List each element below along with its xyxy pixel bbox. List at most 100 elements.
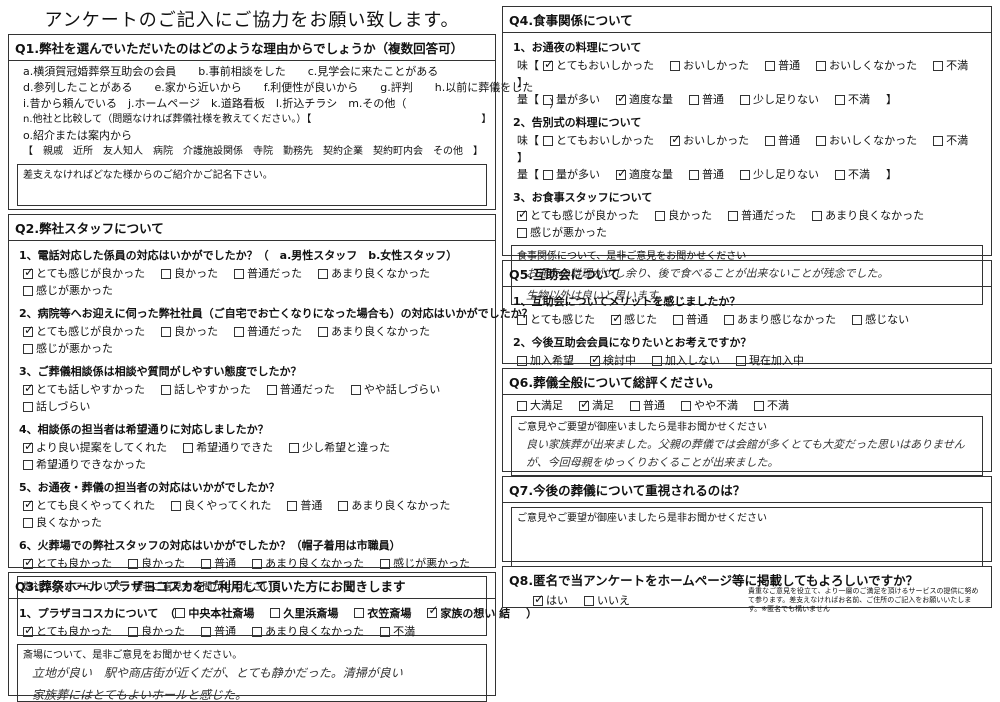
checkbox-option[interactable]: あまり良くなかった — [318, 265, 430, 282]
checkbox-option[interactable]: より良い提案をしてくれた — [23, 438, 167, 456]
checkbox-icon[interactable] — [252, 626, 263, 637]
checkbox-icon[interactable] — [338, 500, 349, 511]
checkbox-option[interactable]: 加入しない — [652, 352, 720, 369]
checkbox-option[interactable]: とてもおいしかった — [543, 132, 654, 149]
checkbox-icon[interactable] — [517, 227, 527, 238]
checkbox-option[interactable]: 普通 — [673, 311, 708, 328]
checkbox-option[interactable]: やや不満 — [681, 397, 738, 414]
checkbox-icon[interactable] — [234, 268, 245, 279]
checkbox-option[interactable]: 量が多い — [543, 166, 600, 183]
checkbox-icon[interactable] — [728, 210, 739, 221]
checkbox-option[interactable]: 現在加入中 — [736, 352, 804, 369]
checkbox-option[interactable]: 中央本社斎場 — [175, 605, 254, 621]
checkbox-option[interactable]: おいしかった — [670, 57, 749, 74]
checkbox-icon[interactable] — [23, 459, 33, 470]
checkbox-icon[interactable] — [579, 396, 590, 413]
checkbox-icon[interactable] — [517, 314, 527, 325]
checkbox-option[interactable]: 感じが悪かった — [380, 555, 470, 572]
checkbox-icon[interactable] — [23, 264, 34, 281]
checkbox-icon[interactable] — [318, 268, 329, 279]
checkbox-option[interactable]: 満足 — [579, 396, 614, 414]
checkbox-option[interactable]: 不満 — [380, 623, 415, 640]
checkbox-option[interactable]: 加入希望 — [517, 352, 574, 369]
checkbox-option[interactable]: 少し希望と違った — [289, 439, 390, 456]
checkbox-icon[interactable] — [289, 442, 300, 453]
checkbox-icon[interactable] — [673, 314, 684, 325]
checkbox-icon[interactable] — [724, 314, 735, 325]
checkbox-option[interactable]: おいしくなかった — [816, 132, 917, 149]
checkbox-option[interactable]: とても感じが良かった — [517, 206, 639, 224]
checkbox-icon[interactable] — [427, 603, 438, 618]
checkbox-icon[interactable] — [23, 401, 33, 412]
checkbox-icon[interactable] — [933, 60, 944, 71]
checkbox-icon[interactable] — [543, 56, 554, 73]
checkbox-option[interactable]: 話しやすかった — [161, 381, 251, 398]
checkbox-icon[interactable] — [517, 400, 527, 411]
checkbox-icon[interactable] — [517, 355, 527, 366]
checkbox-icon[interactable] — [543, 94, 553, 105]
checkbox-option[interactable]: 不満 — [835, 166, 870, 183]
checkbox-option[interactable]: 良くなかった — [23, 514, 102, 531]
checkbox-option[interactable]: はい — [533, 591, 568, 609]
checkbox-option[interactable]: 不満 — [835, 91, 870, 108]
checkbox-icon[interactable] — [266, 384, 277, 395]
checkbox-icon[interactable] — [754, 400, 764, 411]
checkbox-option[interactable]: 少し足りない — [740, 91, 819, 108]
checkbox-icon[interactable] — [23, 322, 34, 339]
checkbox-option[interactable]: いいえ — [584, 592, 630, 609]
checkbox-option[interactable]: 普通だった — [728, 207, 796, 224]
checkbox-option[interactable]: おいしくなかった — [816, 57, 917, 74]
checkbox-option[interactable]: 不満 — [933, 132, 968, 149]
checkbox-icon[interactable] — [543, 169, 553, 180]
checkbox-icon[interactable] — [201, 626, 212, 637]
checkbox-option[interactable]: 良かった — [161, 323, 218, 340]
checkbox-icon[interactable] — [816, 60, 827, 71]
checkbox-icon[interactable] — [835, 94, 845, 105]
checkbox-icon[interactable] — [23, 285, 33, 296]
checkbox-icon[interactable] — [816, 135, 827, 146]
checkbox-option[interactable]: あまり良くなかった — [252, 623, 364, 640]
checkbox-option[interactable]: 普通 — [689, 91, 724, 108]
checkbox-icon[interactable] — [655, 210, 666, 221]
checkbox-icon[interactable] — [128, 558, 139, 569]
checkbox-option[interactable]: とても感じた — [517, 311, 595, 328]
checkbox-icon[interactable] — [852, 314, 863, 325]
checkbox-option[interactable]: 普通 — [630, 397, 665, 414]
checkbox-option[interactable]: 家族の想い 結 — [427, 603, 510, 621]
checkbox-option[interactable]: 久里浜斎場 — [270, 605, 338, 621]
checkbox-option[interactable]: 良かった — [161, 265, 218, 282]
checkbox-option[interactable]: とても良かった — [23, 554, 112, 572]
checkbox-option[interactable]: 話しづらい — [23, 398, 90, 415]
checkbox-icon[interactable] — [234, 326, 245, 337]
q7-note-box[interactable]: ご意見やご要望が御座いましたら是非お聞かせください — [511, 507, 983, 567]
checkbox-option[interactable]: おいしかった — [670, 131, 749, 149]
checkbox-option[interactable]: 普通だった — [234, 265, 302, 282]
checkbox-option[interactable]: 衣笠斎場 — [354, 605, 411, 621]
checkbox-option[interactable]: あまり良くなかった — [338, 497, 450, 514]
checkbox-icon[interactable] — [318, 326, 329, 337]
checkbox-option[interactable]: 普通 — [765, 57, 800, 74]
checkbox-icon[interactable] — [689, 169, 699, 180]
checkbox-option[interactable]: とてもおいしかった — [543, 56, 654, 74]
checkbox-option[interactable]: 普通だった — [234, 323, 302, 340]
checkbox-option[interactable]: 良かった — [128, 623, 185, 640]
checkbox-option[interactable]: 良かった — [655, 207, 712, 224]
checkbox-option[interactable]: 不満 — [754, 397, 789, 414]
checkbox-option[interactable]: 適度な量 — [616, 165, 673, 183]
checkbox-icon[interactable] — [740, 169, 750, 180]
checkbox-icon[interactable] — [689, 94, 699, 105]
checkbox-icon[interactable] — [354, 608, 365, 618]
checkbox-icon[interactable] — [161, 326, 172, 337]
checkbox-option[interactable]: 良かった — [128, 555, 185, 572]
checkbox-option[interactable]: とても感じが良かった — [23, 264, 145, 282]
checkbox-icon[interactable] — [161, 268, 172, 279]
checkbox-icon[interactable] — [380, 626, 391, 637]
checkbox-option[interactable]: あまり良くなかった — [318, 323, 430, 340]
checkbox-option[interactable]: 良くやってくれた — [171, 497, 271, 514]
checkbox-icon[interactable] — [765, 60, 776, 71]
checkbox-option[interactable]: 感じた — [611, 310, 657, 328]
checkbox-icon[interactable] — [652, 355, 662, 366]
checkbox-icon[interactable] — [171, 500, 182, 511]
checkbox-icon[interactable] — [765, 135, 776, 146]
checkbox-icon[interactable] — [681, 400, 691, 411]
